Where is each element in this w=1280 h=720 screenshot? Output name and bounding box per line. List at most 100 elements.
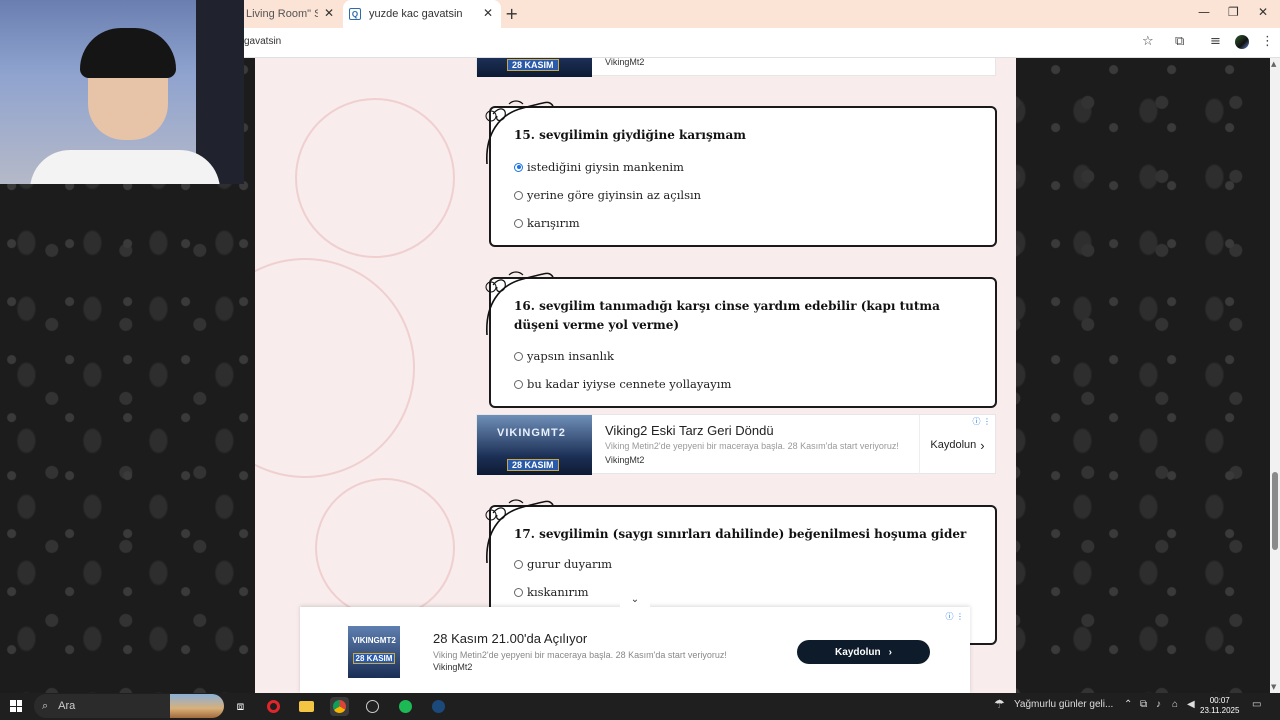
search-placeholder: Ara (58, 700, 76, 712)
question-text: sevgilimin (saygı sınırları dahilinde) b… (539, 527, 967, 541)
page-scrollbar[interactable]: ▲ ▼ (1270, 58, 1280, 693)
question-card-15: 15. sevgilimin giydiğine karışmam istedi… (485, 100, 997, 247)
media-icon[interactable]: ≡ (1210, 34, 1221, 49)
ad-image[interactable]: VIKINGMT2 28 KASIM (477, 415, 592, 475)
tab-living-room[interactable]: Living Room" Sound ✕ (244, 0, 340, 28)
option-label: gurur duyarım (527, 557, 613, 571)
clock-date: 23.11.2025 (1200, 706, 1240, 715)
tab-title: Living Room" Sound (246, 8, 318, 20)
obs-icon[interactable] (363, 697, 382, 716)
radio-button[interactable] (514, 162, 523, 172)
bookmark-star-icon[interactable]: ☆ (1142, 34, 1154, 49)
ad-description: Viking Metin2'de yepyeni bir maceraya ba… (605, 441, 899, 451)
task-view-icon[interactable]: ⧈ (231, 697, 250, 716)
ad-cta-label: Kaydolun (930, 439, 977, 451)
microphone-icon[interactable]: ♪ (1156, 699, 1161, 710)
radio-button[interactable] (514, 351, 523, 361)
question-card-16: 16. sevgilim tanımadığı karşı cinse yard… (485, 271, 997, 408)
tray-app-icon[interactable]: ⧉ (1140, 699, 1147, 710)
notification-icon[interactable]: ▭ (1252, 699, 1261, 710)
site-favicon-icon: Q (349, 8, 361, 20)
option-17-1[interactable]: gurur duyarım (514, 557, 612, 571)
clock-time: 00:07 (1209, 696, 1230, 705)
ad-title[interactable]: Viking2 Eski Tarz Geri Döndü (605, 423, 774, 438)
extensions-icon[interactable]: ⧉ (1175, 34, 1184, 49)
close-icon[interactable]: ✕ (324, 6, 334, 20)
volume-icon[interactable]: ◀ (1187, 699, 1195, 710)
option-16-2[interactable]: bu kadar iyiyse cennete yollayayım (514, 377, 731, 391)
ad-title[interactable]: 28 Kasım 21.00'da Açılıyor (433, 631, 587, 646)
taskbar-search[interactable]: ⌕ Ara (34, 694, 224, 718)
profile-avatar[interactable] (1235, 35, 1249, 49)
radio-button[interactable] (514, 379, 523, 389)
ad-brand[interactable]: VikingMt2 (605, 455, 644, 465)
close-icon[interactable]: ✕ (483, 6, 493, 20)
option-label: karışırım (527, 216, 580, 230)
scroll-up-icon[interactable]: ▲ (1271, 60, 1276, 68)
menu-icon[interactable]: ⋮ (1261, 34, 1274, 49)
ad-badge: 28 KASIM (507, 459, 559, 471)
ad-logo: VIKINGMT2 (352, 636, 396, 645)
weather-text[interactable]: Yağmurlu günler geli... (1014, 699, 1113, 710)
option-label: yapsın insanlık (527, 349, 614, 363)
file-explorer-icon[interactable] (297, 697, 316, 716)
option-15-2[interactable]: yerine göre giyinsin az açılsın (514, 188, 701, 202)
radio-button[interactable] (514, 587, 523, 597)
ad-cta-label: Kaydolun (835, 646, 881, 658)
spotify-icon[interactable] (396, 697, 415, 716)
option-17-2[interactable]: kıskanırım (514, 585, 589, 599)
ad-banner-inline[interactable]: VIKINGMT2 28 KASIM Viking2 Eski Tarz Ger… (476, 414, 996, 475)
search-icon: ⌕ (42, 699, 49, 712)
option-label: kıskanırım (527, 585, 589, 599)
adchoices-icon[interactable]: ⓘ ⋮ (972, 416, 991, 427)
opera-icon[interactable] (264, 697, 283, 716)
ad-brand[interactable]: VikingMt2 (433, 662, 472, 672)
scroll-down-icon[interactable]: ▼ (1271, 683, 1276, 691)
taskbar-clock[interactable]: 00:07 23.11.2025 (1200, 696, 1239, 716)
ad-banner-sticky-bottom[interactable]: ⌄ VIKINGMT2 28 KASIM 28 Kasım 21.00'da A… (300, 593, 970, 693)
windows-taskbar: ⌕ Ara ⧈ ☂ Yağmurlu günler geli... ⌃ ⧉ ♪ … (0, 693, 1280, 720)
window-restore-button[interactable]: ❐ (1228, 5, 1239, 19)
question-number: 16. (514, 299, 535, 313)
chevron-right-icon: › (888, 646, 892, 658)
webcam-overlay (0, 0, 244, 184)
chevron-down-icon[interactable]: ⌄ (620, 593, 650, 607)
ad-logo: VIKINGMT2 (497, 427, 566, 439)
option-15-1[interactable]: istediğini giysin mankenim (514, 160, 684, 174)
option-label: yerine göre giyinsin az açılsın (527, 188, 702, 202)
option-label: istediğini giysin mankenim (527, 160, 684, 174)
question-text: sevgilimin giydiğine karışmam (539, 128, 746, 142)
radio-button[interactable] (514, 190, 523, 200)
question-title: 16. sevgilim tanımadığı karşı cinse yard… (514, 297, 984, 335)
tab-title: yuzde kac gavatsin (369, 8, 463, 20)
chevron-right-icon: › (980, 437, 985, 453)
window-minimize-button[interactable]: — (1198, 5, 1210, 19)
option-16-1[interactable]: yapsın insanlık (514, 349, 614, 363)
search-highlight-image (170, 694, 224, 718)
tray-overflow-icon[interactable]: ⌃ (1124, 699, 1132, 710)
browser-toolbar: gavatsin ☆ ⧉ ≡ ⋮ (244, 28, 1280, 58)
ad-description: Viking Metin2'de yepyeni bir maceraya ba… (433, 650, 727, 660)
ad-cta-button[interactable]: Kaydolun › (797, 640, 930, 664)
tab-active-quiz[interactable]: Q yuzde kac gavatsin ✕ (343, 0, 501, 28)
radio-button[interactable] (514, 559, 523, 569)
weather-icon[interactable]: ☂ (994, 697, 1005, 711)
steam-icon[interactable] (429, 697, 448, 716)
ad-brand[interactable]: VikingMt2 (605, 57, 644, 67)
adchoices-icon[interactable]: ⓘ ⋮ (945, 611, 964, 622)
ad-badge: 28 KASIM (507, 59, 559, 71)
new-tab-button[interactable]: + (505, 4, 518, 23)
question-title: 15. sevgilimin giydiğine karışmam (514, 126, 984, 145)
chrome-icon[interactable] (330, 697, 349, 716)
ad-image[interactable]: VIKINGMT2 28 KASIM (348, 626, 400, 678)
address-bar[interactable]: gavatsin (244, 36, 281, 47)
windows-start-icon[interactable] (10, 700, 22, 712)
option-15-3[interactable]: karışırım (514, 216, 580, 230)
question-number: 15. (514, 128, 535, 142)
question-number: 17. (514, 527, 535, 541)
window-close-button[interactable]: ✕ (1258, 5, 1268, 19)
radio-button[interactable] (514, 218, 523, 228)
ad-badge: 28 KASIM (352, 653, 396, 664)
scroll-thumb[interactable] (1272, 472, 1278, 550)
network-icon[interactable]: ⌂ (1172, 699, 1178, 710)
